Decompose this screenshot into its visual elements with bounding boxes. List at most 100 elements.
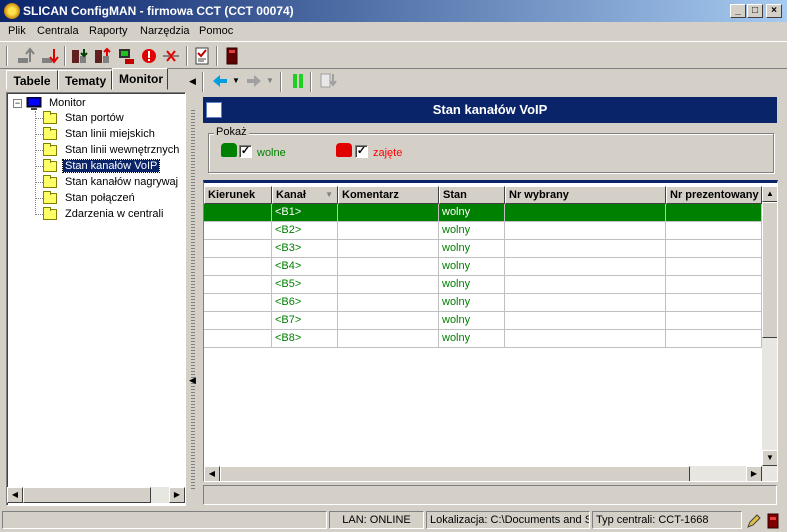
menu-centrala[interactable]: Centrala (37, 25, 79, 37)
channels-grid: Kierunek Kanał ▼ Komentarz Stan Nr wybra… (203, 180, 778, 482)
panel-splitter[interactable]: ◀ ◀ (186, 70, 200, 510)
back-arrow-icon[interactable] (210, 71, 230, 91)
table-row[interactable]: <B4> wolny (204, 258, 762, 276)
status-location: Lokalizacja: C:\Documents and Se (426, 511, 590, 529)
table-row[interactable]: <B8> wolny (204, 330, 762, 348)
menu-narzedzia[interactable]: Narzędzia (140, 25, 190, 37)
folder-icon (43, 127, 57, 140)
toolbar-separator (186, 46, 188, 66)
scroll-left-arrow-icon[interactable]: ◀ (204, 466, 220, 481)
close-button[interactable]: × (766, 4, 782, 18)
collapse-arrow-icon[interactable]: ◀ (189, 76, 196, 87)
grid-horizontal-scrollbar[interactable]: ◀ ▶ (204, 466, 777, 481)
table-row[interactable]: <B3> wolny (204, 240, 762, 258)
cell-nr-wybrany (505, 222, 666, 240)
cell-komentarz (338, 330, 439, 348)
grid-vertical-scrollbar[interactable]: ▲ ▼ (762, 186, 777, 466)
panel-title: Stan kanałów VoIP (432, 102, 548, 117)
table-row[interactable]: <B1> wolny (204, 204, 762, 222)
tree-horizontal-scrollbar[interactable]: ◀ ▶ (7, 487, 185, 503)
edit-pencil-icon[interactable] (746, 513, 762, 532)
menu-raporty[interactable]: Raporty (89, 25, 128, 37)
collapse-arrow-icon[interactable]: ◀ (189, 375, 196, 386)
menu-plik[interactable]: Plik (8, 25, 26, 37)
column-nr-wybrany[interactable]: Nr wybrany (505, 186, 666, 204)
cell-kierunek (204, 276, 272, 294)
cell-nr-prezentowany (666, 276, 762, 294)
collapse-toggle[interactable]: − (13, 99, 22, 108)
device-icon[interactable] (222, 46, 242, 66)
scroll-down-arrow-icon[interactable]: ▼ (762, 450, 777, 466)
cell-komentarz (338, 294, 439, 312)
title-bar: SLICAN ConfigMAN - firmowa CCT (CCT 0007… (0, 0, 787, 22)
tree-view: − Monitor Stan portów Stan linii miejski… (6, 92, 186, 506)
scroll-right-arrow-icon[interactable]: ▶ (746, 466, 762, 481)
folder-icon (43, 111, 57, 124)
cell-stan: wolny (439, 330, 505, 348)
app-icon (4, 3, 20, 19)
scroll-thumb[interactable] (762, 202, 777, 338)
back-dropdown-icon[interactable]: ▼ (232, 76, 240, 85)
splitter-grip (191, 110, 195, 490)
toolbar-grip (202, 72, 204, 92)
table-row[interactable]: <B5> wolny (204, 276, 762, 294)
column-komentarz[interactable]: Komentarz (338, 186, 439, 204)
tab-monitor[interactable]: Monitor (112, 68, 168, 90)
scroll-right-arrow-icon[interactable]: ▶ (169, 487, 185, 503)
status-empty (2, 511, 327, 529)
phone-busy-icon (336, 143, 352, 157)
cell-komentarz (338, 312, 439, 330)
disconnect-icon[interactable] (161, 46, 181, 66)
device-status-icon[interactable] (766, 513, 780, 532)
folder-icon (43, 191, 57, 204)
phone-free-icon (221, 143, 237, 157)
cell-nr-prezentowany (666, 258, 762, 276)
free-checkbox[interactable]: ✓ (239, 145, 252, 158)
cell-kierunek (204, 258, 272, 276)
column-kierunek[interactable]: Kierunek (204, 186, 272, 204)
busy-checkbox[interactable]: ✓ (355, 145, 368, 158)
tab-tematy[interactable]: Tematy (58, 70, 112, 90)
minimize-button[interactable]: _ (730, 4, 746, 18)
tree-item-label: Stan kanałów VoIP (61, 159, 161, 173)
column-kanal[interactable]: Kanał ▼ (272, 186, 338, 204)
scroll-up-arrow-icon[interactable]: ▲ (762, 186, 777, 202)
maximize-button[interactable]: □ (747, 4, 763, 18)
upload-icon[interactable] (16, 46, 36, 66)
forward-dropdown-icon[interactable]: ▼ (266, 76, 274, 85)
tree-item-label: Stan kanałów nagrywaj (65, 176, 179, 188)
tree-line (35, 214, 43, 215)
receive-config-icon[interactable] (93, 46, 113, 66)
cell-kierunek (204, 330, 272, 348)
tree-line (35, 166, 43, 167)
tree-line (35, 182, 43, 183)
tree-item-label: Stan portów (65, 112, 124, 124)
scroll-thumb[interactable] (23, 487, 151, 503)
download-icon[interactable] (40, 46, 60, 66)
cell-nr-wybrany (505, 204, 666, 222)
tree-line (35, 111, 36, 215)
menu-pomoc[interactable]: Pomoc (199, 25, 233, 37)
export-icon[interactable] (318, 71, 338, 91)
scroll-thumb[interactable] (220, 466, 690, 481)
menu-bar: Plik Centrala Raporty Narzędzia Pomoc (0, 22, 787, 40)
stop-icon[interactable] (139, 46, 159, 66)
edit-report-icon[interactable] (192, 46, 212, 66)
scroll-left-arrow-icon[interactable]: ◀ (7, 487, 23, 503)
forward-arrow-icon[interactable] (244, 71, 264, 91)
cell-nr-prezentowany (666, 294, 762, 312)
table-row[interactable]: <B6> wolny (204, 294, 762, 312)
table-row[interactable]: <B7> wolny (204, 312, 762, 330)
pause-icon[interactable] (288, 71, 308, 91)
connect-icon[interactable] (116, 46, 136, 66)
monitor-icon (26, 96, 42, 111)
cell-nr-wybrany (505, 312, 666, 330)
tab-tabele[interactable]: Tabele (6, 70, 58, 90)
send-config-icon[interactable] (70, 46, 90, 66)
cell-nr-prezentowany (666, 222, 762, 240)
folder-open-icon (43, 159, 57, 172)
column-nr-prezentowany[interactable]: Nr prezentowany (666, 186, 762, 204)
table-row[interactable]: <B2> wolny (204, 222, 762, 240)
column-stan[interactable]: Stan (439, 186, 505, 204)
cell-nr-wybrany (505, 258, 666, 276)
